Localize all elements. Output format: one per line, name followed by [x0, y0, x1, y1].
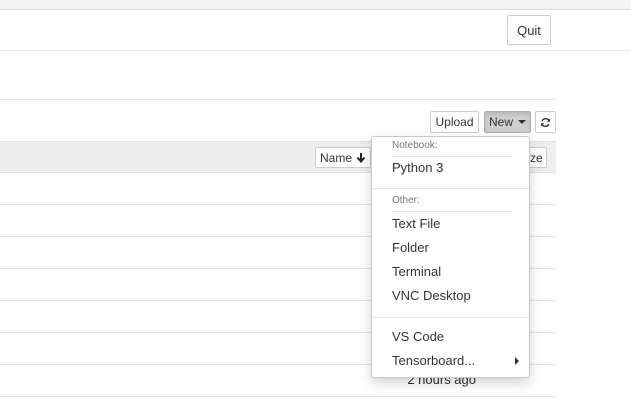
- new-button-label: New: [488, 115, 513, 129]
- refresh-button[interactable]: [535, 111, 556, 133]
- sort-size-label: ze: [530, 150, 543, 165]
- menu-item-python-3[interactable]: Python 3: [372, 157, 529, 179]
- quit-button[interactable]: Quit: [507, 15, 551, 45]
- menu-item-tensorboard[interactable]: Tensorboard...: [372, 350, 529, 372]
- other-section-header: Other:: [392, 195, 420, 206]
- menu-divider: [372, 188, 529, 189]
- other-section-rule: [392, 211, 511, 212]
- top-strip: [0, 0, 631, 10]
- header-divider: [0, 50, 631, 51]
- menu-item-vs-code[interactable]: VS Code: [372, 326, 529, 348]
- submenu-arrow-icon: [515, 357, 519, 365]
- sort-name-label: Name: [319, 150, 352, 165]
- menu-item-folder[interactable]: Folder: [372, 237, 529, 259]
- notebook-section-header: Notebook:: [392, 140, 438, 151]
- sort-name-button[interactable]: Name: [315, 147, 371, 168]
- arrow-down-icon: [356, 153, 366, 163]
- menu-item-tensorboard-label: Tensorboard...: [392, 353, 476, 368]
- new-button[interactable]: New: [484, 111, 531, 133]
- menu-item-text-file[interactable]: Text File: [372, 213, 529, 235]
- new-dropdown-menu: Notebook: Python 3 Other: Text File Fold…: [371, 136, 530, 378]
- caret-down-icon: [518, 120, 526, 124]
- tabs-divider: [0, 99, 556, 100]
- menu-item-vnc-desktop[interactable]: VNC Desktop: [372, 285, 529, 307]
- menu-divider: [372, 317, 529, 318]
- menu-item-terminal[interactable]: Terminal: [372, 261, 529, 283]
- refresh-icon: [541, 117, 550, 127]
- upload-button[interactable]: Upload: [430, 111, 479, 133]
